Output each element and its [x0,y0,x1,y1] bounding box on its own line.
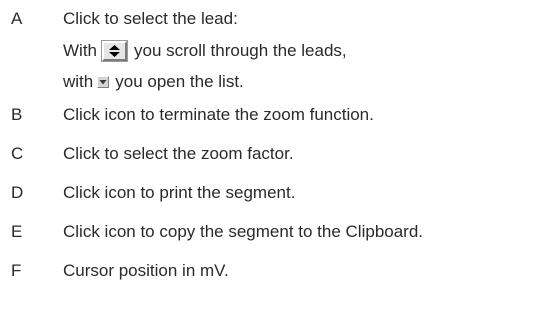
legend-subtext: you open the list. [115,72,244,91]
legend-key: A [11,9,23,28]
legend-key: B [11,105,23,124]
scroll-up-down-icon [102,40,127,61]
legend-subtext: with [63,72,94,91]
legend-subtext: With [63,41,97,60]
legend-key: F [11,261,22,280]
legend-text: Click icon to terminate the zoom functio… [63,105,374,124]
legend-subtext: you scroll through the leads, [134,41,347,60]
dropdown-arrow-icon [97,75,110,88]
legend-key: D [11,183,24,202]
legend-text: Click icon to copy the segment to the Cl… [63,222,424,241]
legend-text: Click icon to print the segment. [63,183,296,202]
legend-text: Cursor position in mV. [63,261,229,280]
legend-text: Click to select the zoom factor. [63,144,294,163]
legend-key: C [11,144,24,163]
legend-key: E [11,222,23,241]
legend-subline-scroll: With you scroll through the leads, [63,40,347,62]
legend-text: Click to select the lead: [63,9,238,28]
legend-subline-dropdown: with you open the list. [63,71,244,93]
